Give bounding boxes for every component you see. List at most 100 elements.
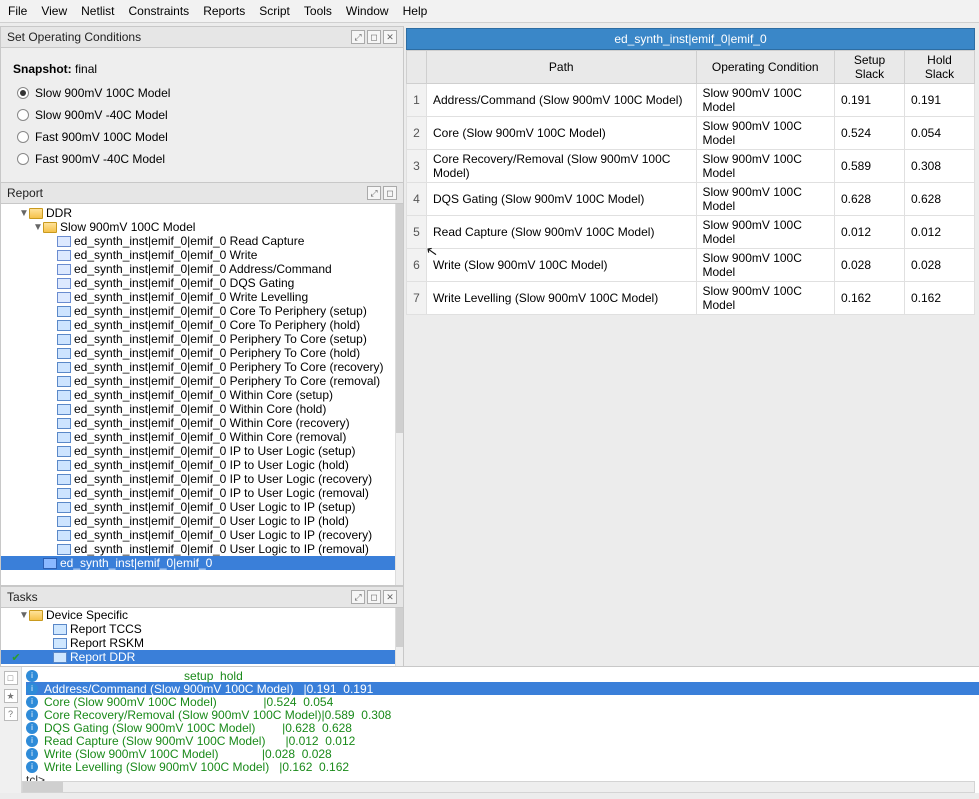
tree-row[interactable]: ed_synth_inst|emif_0|emif_0 Periphery To… (1, 346, 395, 360)
task-item[interactable]: Report TCCS (1, 622, 395, 636)
console-btn-2[interactable]: ★ (4, 689, 18, 703)
tree-row[interactable]: ed_synth_inst|emif_0|emif_0 Write (1, 248, 395, 262)
tree-row[interactable]: ed_synth_inst|emif_0|emif_0 Within Core … (1, 388, 395, 402)
tree-row[interactable]: ▼ Slow 900mV 100C Model (1, 220, 395, 234)
console-btn-help[interactable]: ? (4, 707, 18, 721)
tree-twisty[interactable]: ▼ (19, 610, 29, 621)
tree-row[interactable]: ed_synth_inst|emif_0|emif_0 IP to User L… (1, 444, 395, 458)
info-icon: i (26, 670, 38, 682)
console-row[interactable]: i Core (Slow 900mV 100C Model) | 0.524 0… (26, 695, 979, 708)
tree-row[interactable]: ed_synth_inst|emif_0|emif_0 Within Core … (1, 402, 395, 416)
pin-icon[interactable]: ⤢ (367, 186, 381, 200)
tree-row[interactable]: ed_synth_inst|emif_0|emif_0 IP to User L… (1, 472, 395, 486)
console-btn-1[interactable]: □ (4, 671, 18, 685)
tree-row[interactable]: ed_synth_inst|emif_0|emif_0 (1, 556, 395, 570)
table-row[interactable]: 6 Write (Slow 900mV 100C Model) Slow 900… (407, 249, 975, 282)
menu-script[interactable]: Script (259, 4, 290, 18)
column-header[interactable]: Operating Condition (696, 51, 835, 84)
menu-view[interactable]: View (41, 4, 67, 18)
tree-row[interactable]: ed_synth_inst|emif_0|emif_0 User Logic t… (1, 542, 395, 556)
console-row[interactable]: i Read Capture (Slow 900mV 100C Model) |… (26, 734, 979, 747)
tree-twisty[interactable]: ▼ (33, 222, 43, 233)
table-row[interactable]: 1 Address/Command (Slow 900mV 100C Model… (407, 84, 975, 117)
column-header[interactable]: Path (427, 51, 697, 84)
tree-label: ed_synth_inst|emif_0|emif_0 Periphery To… (74, 374, 380, 388)
cell-setup: 0.162 (835, 282, 905, 315)
task-item[interactable]: ✔ Report DDR (1, 650, 395, 664)
menu-window[interactable]: Window (346, 4, 389, 18)
tree-row[interactable]: ed_synth_inst|emif_0|emif_0 Within Core … (1, 430, 395, 444)
results-table[interactable]: PathOperating ConditionSetup SlackHold S… (406, 50, 975, 315)
table-row[interactable]: 3 Core Recovery/Removal (Slow 900mV 100C… (407, 150, 975, 183)
table-row[interactable]: 2 Core (Slow 900mV 100C Model) Slow 900m… (407, 117, 975, 150)
tree-row[interactable]: ed_synth_inst|emif_0|emif_0 Periphery To… (1, 332, 395, 346)
opcond-option[interactable]: Slow 900mV 100C Model (13, 82, 391, 104)
menu-tools[interactable]: Tools (304, 4, 332, 18)
close-icon[interactable]: ✕ (383, 30, 397, 44)
tree-row[interactable]: ed_synth_inst|emif_0|emif_0 Write Levell… (1, 290, 395, 304)
radio-icon[interactable] (17, 109, 29, 121)
console-row[interactable]: i Core Recovery/Removal (Slow 900mV 100C… (26, 708, 979, 721)
opcond-option[interactable]: Slow 900mV -40C Model (13, 104, 391, 126)
popout-icon[interactable]: ◻ (383, 186, 397, 200)
pin-icon[interactable]: ⤢ (351, 590, 365, 604)
radio-icon[interactable] (17, 87, 29, 99)
menu-file[interactable]: File (8, 4, 27, 18)
menu-reports[interactable]: Reports (203, 4, 245, 18)
tree-row[interactable]: ed_synth_inst|emif_0|emif_0 IP to User L… (1, 458, 395, 472)
console-row[interactable]: i Address/Command (Slow 900mV 100C Model… (26, 682, 979, 695)
tree-row[interactable]: ed_synth_inst|emif_0|emif_0 Core To Peri… (1, 304, 395, 318)
menu-help[interactable]: Help (403, 4, 428, 18)
opcond-option[interactable]: Fast 900mV 100C Model (13, 126, 391, 148)
opcond-option[interactable]: Fast 900mV -40C Model (13, 148, 391, 170)
tree-row[interactable]: ed_synth_inst|emif_0|emif_0 DQS Gating (1, 276, 395, 290)
tree-row[interactable]: ed_synth_inst|emif_0|emif_0 Address/Comm… (1, 262, 395, 276)
tree-row[interactable]: ed_synth_inst|emif_0|emif_0 Core To Peri… (1, 318, 395, 332)
tasks-root[interactable]: ▼ Device Specific (1, 608, 395, 622)
report-icon (57, 446, 71, 457)
console-text: Write (Slow 900mV 100C Model) (44, 747, 262, 761)
task-item[interactable]: Report RSKM (1, 636, 395, 650)
tree-row[interactable]: ▼ DDR (1, 206, 395, 220)
radio-icon[interactable] (17, 153, 29, 165)
task-label: Report DDR (70, 650, 135, 664)
menu-bar: File View Netlist Constraints Reports Sc… (0, 0, 979, 23)
tree-row[interactable]: ed_synth_inst|emif_0|emif_0 User Logic t… (1, 528, 395, 542)
tree-scrollbar[interactable] (395, 204, 403, 585)
task-icon (53, 652, 67, 663)
popout-icon[interactable]: ◻ (367, 590, 381, 604)
radio-icon[interactable] (17, 131, 29, 143)
tree-row[interactable]: ed_synth_inst|emif_0|emif_0 Within Core … (1, 416, 395, 430)
tree-row[interactable]: ed_synth_inst|emif_0|emif_0 Periphery To… (1, 360, 395, 374)
console-hscroll[interactable] (22, 781, 975, 793)
tree-row[interactable]: ed_synth_inst|emif_0|emif_0 User Logic t… (1, 514, 395, 528)
column-header[interactable]: Hold Slack (905, 51, 975, 84)
console-row[interactable]: i Write (Slow 900mV 100C Model) | 0.028 … (26, 747, 979, 760)
tree-label: DDR (46, 206, 72, 220)
console-row[interactable]: i DQS Gating (Slow 900mV 100C Model) | 0… (26, 721, 979, 734)
console-row[interactable]: i Write Levelling (Slow 900mV 100C Model… (26, 760, 979, 773)
report-icon (57, 432, 71, 443)
table-row[interactable]: 5 Read Capture (Slow 900mV 100C Model) S… (407, 216, 975, 249)
tree-row[interactable]: ed_synth_inst|emif_0|emif_0 Read Capture (1, 234, 395, 248)
pin-icon[interactable]: ⤢ (351, 30, 365, 44)
console-body[interactable]: i setup holdi Address/Command (Slow 900m… (22, 667, 979, 793)
close-icon[interactable]: ✕ (383, 590, 397, 604)
tree-twisty[interactable]: ▼ (19, 208, 29, 219)
tree-row[interactable]: ed_synth_inst|emif_0|emif_0 Periphery To… (1, 374, 395, 388)
tree-row[interactable]: ed_synth_inst|emif_0|emif_0 IP to User L… (1, 486, 395, 500)
column-header[interactable]: Setup Slack (835, 51, 905, 84)
tree-row[interactable]: ed_synth_inst|emif_0|emif_0 User Logic t… (1, 500, 395, 514)
report-tree[interactable]: ▼ DDR▼ Slow 900mV 100C Model ed_synth_in… (1, 204, 395, 585)
cell-hold: 0.054 (905, 117, 975, 150)
cell-hold: 0.012 (905, 216, 975, 249)
tasks-scrollbar[interactable] (395, 608, 403, 673)
cell-hold: 0.162 (905, 282, 975, 315)
task-label: Report TCCS (70, 622, 142, 636)
cell-op: Slow 900mV 100C Model (696, 183, 835, 216)
menu-netlist[interactable]: Netlist (81, 4, 114, 18)
menu-constraints[interactable]: Constraints (128, 4, 189, 18)
popout-icon[interactable]: ◻ (367, 30, 381, 44)
table-row[interactable]: 4 DQS Gating (Slow 900mV 100C Model) Slo… (407, 183, 975, 216)
table-row[interactable]: 7 Write Levelling (Slow 900mV 100C Model… (407, 282, 975, 315)
